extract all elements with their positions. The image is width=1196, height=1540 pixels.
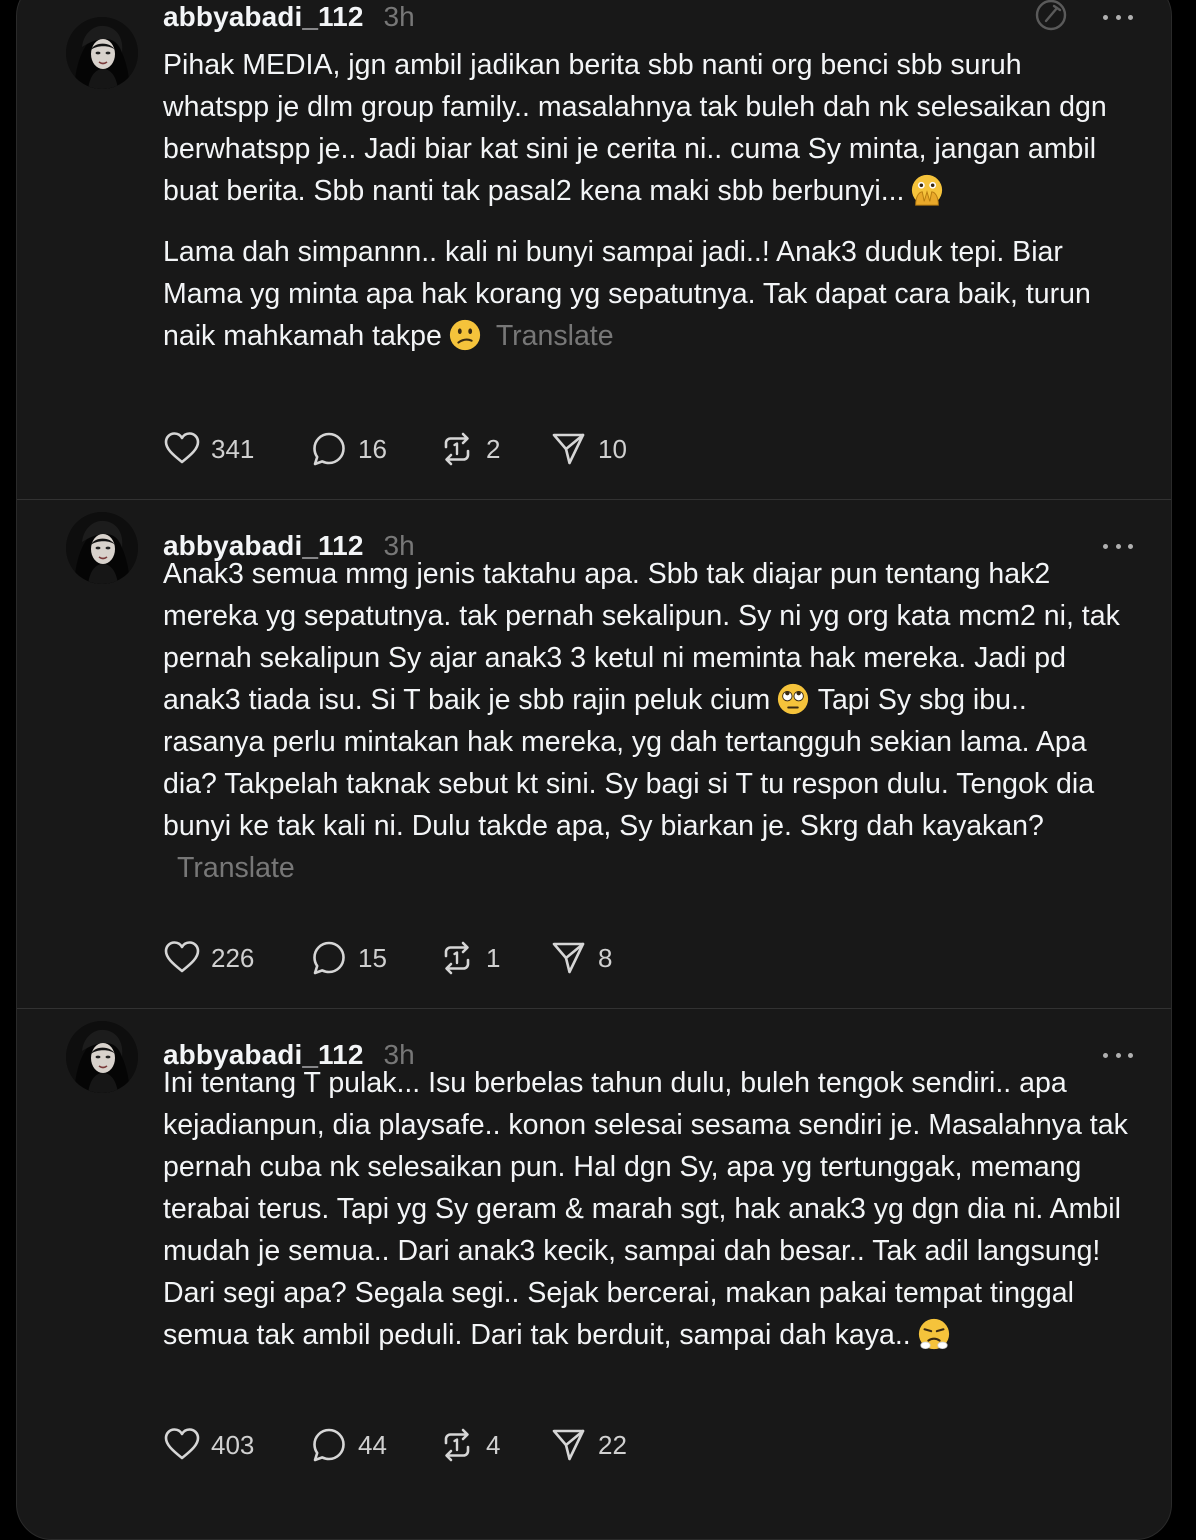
timestamp[interactable]: 3h [384, 1, 415, 33]
post-actions: 403 44 4 22 [163, 1423, 627, 1467]
more-dots-icon[interactable] [1103, 1050, 1133, 1060]
like-count: 226 [211, 942, 255, 973]
comment-bubble-icon [313, 1428, 345, 1462]
post-actions: 226 15 1 8 [163, 936, 612, 980]
post-text: Anak3 semua mmg jenis taktahu apa. Sbb t… [163, 553, 1133, 889]
face-with-steam-from-nose-emoji [918, 1318, 949, 1350]
reply-count: 15 [358, 942, 387, 973]
repost-icon [444, 432, 470, 466]
heart-icon [164, 1428, 200, 1460]
heart-icon [164, 432, 200, 464]
compose-icon[interactable] [1033, 0, 1069, 38]
more-dots-icon[interactable] [1103, 541, 1133, 551]
reply-button[interactable]: 15 [310, 939, 438, 977]
post-actions: 341 16 2 10 [163, 427, 627, 471]
thread-post[interactable]: abbyabadi_112 3h Ini tentang T pulak... … [17, 1009, 1171, 1539]
share-button[interactable]: 10 [550, 430, 627, 468]
send-icon [552, 942, 585, 974]
repost-button[interactable]: 2 [438, 430, 550, 468]
thread-post[interactable]: abbyabadi_112 3h Pihak MEDIA, jgn ambil … [17, 0, 1171, 500]
send-icon [552, 1429, 585, 1461]
comment-bubble-icon [313, 941, 345, 975]
repost-count: 4 [486, 1429, 501, 1460]
send-icon [552, 433, 585, 465]
share-button[interactable]: 8 [550, 939, 612, 977]
repost-icon [444, 1428, 470, 1462]
translate-link[interactable]: Translate [177, 852, 295, 884]
avatar[interactable] [66, 1021, 138, 1093]
like-count: 341 [211, 433, 255, 464]
reply-count: 16 [358, 433, 387, 464]
share-button[interactable]: 22 [550, 1426, 627, 1464]
repost-button[interactable]: 4 [438, 1426, 550, 1464]
post-paragraph: Lama dah simpannn.. kali ni bunyi sampai… [163, 236, 1099, 352]
comment-bubble-icon [313, 432, 345, 466]
thread-feed: abbyabadi_112 3h Pihak MEDIA, jgn ambil … [16, 0, 1172, 1540]
avatar[interactable] [66, 17, 138, 89]
repost-icon [444, 941, 470, 975]
share-count: 8 [598, 942, 613, 973]
post-paragraph: Ini tentang T pulak... Isu berbelas tahu… [163, 1067, 1136, 1351]
heart-icon [164, 941, 200, 973]
avatar[interactable] [66, 512, 138, 584]
like-button[interactable]: 226 [163, 939, 310, 977]
repost-count: 1 [486, 942, 501, 973]
repost-button[interactable]: 1 [438, 939, 550, 977]
post-text: Pihak MEDIA, jgn ambil jadikan berita sb… [163, 44, 1133, 357]
like-button[interactable]: 341 [163, 430, 310, 468]
share-count: 10 [598, 433, 627, 464]
reply-button[interactable]: 44 [310, 1426, 438, 1464]
face-with-open-eyes-and-hand-over-mouth-emoji [912, 174, 943, 206]
repost-count: 2 [486, 433, 501, 464]
like-count: 403 [211, 1429, 255, 1460]
reply-button[interactable]: 16 [310, 430, 438, 468]
username[interactable]: abbyabadi_112 [163, 1, 364, 33]
post-paragraph: Pihak MEDIA, jgn ambil jadikan berita sb… [163, 49, 1115, 207]
thread-post[interactable]: abbyabadi_112 3h Anak3 semua mmg jenis t… [17, 500, 1171, 1008]
like-button[interactable]: 403 [163, 1426, 310, 1464]
share-count: 22 [598, 1429, 627, 1460]
more-dots-icon[interactable] [1103, 12, 1133, 22]
reply-count: 44 [358, 1429, 387, 1460]
translate-link[interactable]: Translate [496, 320, 614, 352]
face-with-rolling-eyes-emoji [778, 683, 809, 715]
confused-face-emoji [449, 319, 480, 351]
post-text: Ini tentang T pulak... Isu berbelas tahu… [163, 1062, 1133, 1356]
